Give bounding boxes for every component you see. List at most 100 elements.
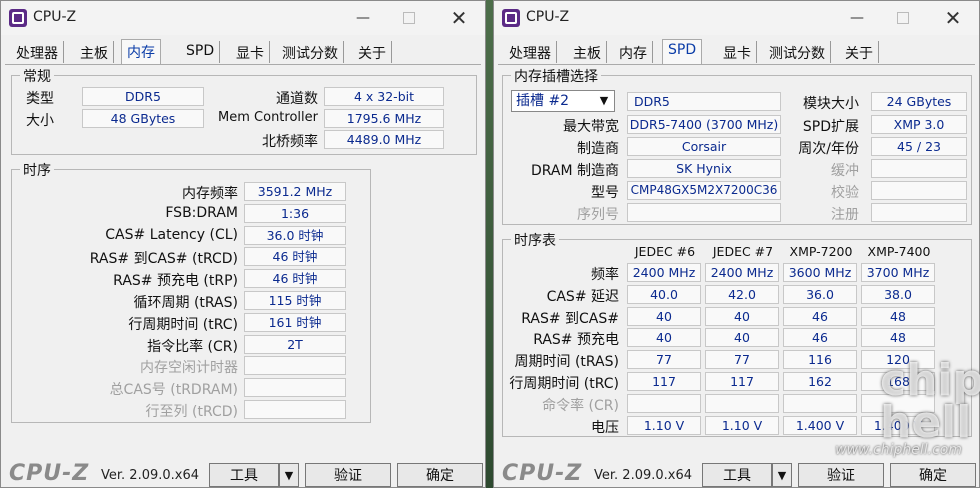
tab-bar: 处理器 主板 内存 SPD 显卡 测试分数 关于 [498,39,975,65]
tab-mainboard[interactable]: 主板 [568,41,607,63]
maximize-button[interactable] [397,6,421,30]
slot-select-value: 插槽 #2 [516,93,570,109]
tab-bench[interactable]: 测试分数 [764,41,831,63]
chevron-down-icon: ▼ [599,94,609,107]
tools-button[interactable]: 工具 [209,463,279,487]
timing-value: 2T [244,334,346,354]
registration-label: 注册 [831,207,859,223]
timing-table-cell [783,393,857,413]
module-type-value: DDR5 [627,92,781,111]
module-size-label: 模块大小 [803,96,859,112]
part-number-value: CMP48GX5M2X7200C36 [627,181,781,200]
tab-cpu[interactable]: 处理器 [11,41,64,63]
maximize-button[interactable] [891,6,915,30]
checksum-value [871,181,967,200]
title-bar[interactable]: CPU-Z — ✕ [1,1,485,35]
timing-value: 36.0 时钟 [244,225,346,245]
footer: CPU-Z Ver. 2.09.0.x64 工具 ▼ 验证 确定 [494,459,979,487]
close-button[interactable]: ✕ [447,6,471,30]
spd-ext-label: SPD扩展 [802,119,859,135]
window-title: CPU-Z [526,9,570,25]
channel-value: 4 x 32-bit [324,87,444,106]
timing-table-cell: 1.400 V [783,415,857,435]
timing-value [244,400,346,419]
timing-value: 46 时钟 [244,269,346,289]
timing-table-cell: 46 [783,328,857,348]
slot-group: 内存插槽选择 插槽 #2 ▼ DDR5 模块大小 24 GBytes 最大带宽 … [502,66,972,225]
timing-value: 3591.2 MHz [244,182,346,201]
tools-dropdown-button[interactable]: ▼ [772,463,792,487]
dram-manufacturer-value: SK Hynix [627,159,781,178]
timing-label: CAS# Latency (CL) [105,226,238,243]
validate-button[interactable]: 验证 [798,463,884,487]
timing-table-cell: 117 [627,372,701,391]
tab-about[interactable]: 关于 [353,41,392,63]
checksum-label: 校验 [831,185,859,201]
window-title: CPU-Z [33,9,77,25]
tab-spd[interactable]: SPD [662,39,703,65]
week-year-label: 周次/年份 [798,141,859,157]
cpuz-window-memory: CPU-Z — ✕ 处理器 主板 内存 SPD 显卡 测试分数 关于 常规 类型… [0,0,486,488]
cpuz-logo: CPU-Z [9,461,90,486]
tab-mainboard[interactable]: 主板 [75,41,114,63]
timing-table-cell: 36.0 [783,284,857,304]
timing-table-cell: 117 [705,372,779,391]
tab-cpu[interactable]: 处理器 [504,41,557,63]
title-bar[interactable]: CPU-Z — ✕ [494,1,979,35]
tab-memory[interactable]: 内存 [121,39,161,65]
timing-table-cell: 48 [861,328,935,348]
spd-ext-value: XMP 3.0 [871,115,967,134]
general-group: 常规 类型 DDR5 大小 48 GBytes 通道数 4 x 32-bit M… [11,66,477,155]
manufacturer-label: 制造商 [577,141,619,157]
timing-table-cell: 77 [627,350,701,370]
tab-graphics[interactable]: 显卡 [231,41,270,63]
timing-table-cell: 1.10 V [627,415,701,435]
timing-value [244,356,346,376]
timing-label: RAS# 到CAS# (tRCD) [89,251,238,268]
ok-button[interactable]: 确定 [890,463,976,487]
timing-table-cell: 3700 MHz [861,263,935,282]
slot-select[interactable]: 插槽 #2 ▼ [511,90,615,112]
registration-value [871,203,967,222]
cpuz-app-icon [502,9,520,27]
tab-graphics[interactable]: 显卡 [718,41,757,63]
version-label: Ver. 2.09.0.x64 [101,468,200,483]
tab-bench[interactable]: 测试分数 [277,41,344,63]
close-button[interactable]: ✕ [941,6,965,30]
timings-group: 时序 内存频率 3591.2 MHz FSB:DRAM 1:36 CAS# Latenc… [11,160,371,423]
timing-label: FSB:DRAM [165,204,238,221]
tools-dropdown-button[interactable]: ▼ [279,463,299,487]
general-group-title: 常规 [20,66,54,86]
tab-spd[interactable]: SPD [181,41,221,63]
timing-table-row-label: RAS# 到CAS# [521,310,619,327]
column-header: XMP-7400 [867,244,931,259]
module-size-value: 24 GBytes [871,92,967,111]
timing-table-row-label: 周期时间 (tRAS) [514,354,620,371]
mem-controller-value: 1795.6 MHz [324,109,444,128]
timing-table-cell: 46 [783,306,857,326]
slot-group-title: 内存插槽选择 [511,66,601,86]
footer: CPU-Z Ver. 2.09.0.x64 工具 ▼ 验证 确定 [1,459,485,487]
timing-table-cell: 3600 MHz [783,263,857,282]
timing-table-row-label: 电压 [591,419,619,436]
tools-button[interactable]: 工具 [702,463,772,487]
timing-label: 内存空闲计时器 [140,360,238,377]
ok-button[interactable]: 确定 [397,463,483,487]
timing-value: 1:36 [244,203,346,223]
timing-table-row-label: RAS# 预充电 [533,332,619,349]
timing-value: 115 时钟 [244,291,346,310]
minimize-button[interactable]: — [351,6,375,30]
channel-label: 通道数 [276,91,318,107]
timing-table-cell: 1.10 V [705,415,779,435]
minimize-button[interactable]: — [845,6,869,30]
tab-about[interactable]: 关于 [840,41,879,63]
nb-freq-value: 4489.0 MHz [324,130,444,149]
manufacturer-value: Corsair [627,137,781,156]
tab-memory[interactable]: 内存 [614,41,653,63]
serial-label: 序列号 [577,207,619,223]
timing-table-row-label: 命令率 (CR) [542,397,619,414]
validate-button[interactable]: 验证 [305,463,391,487]
nb-freq-label: 北桥频率 [262,134,318,150]
part-number-label: 型号 [591,185,619,201]
timing-table-row-label: CAS# 延迟 [546,288,619,305]
